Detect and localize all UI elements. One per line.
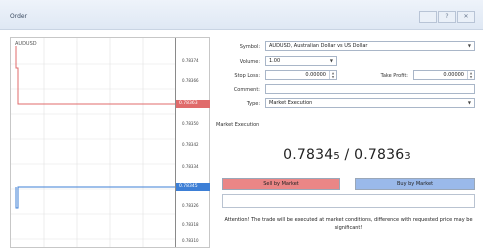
stop-loss-value: 0.00000 [305, 72, 326, 78]
price-tick: 0.78342 [182, 142, 199, 147]
comment-label: Comment: [233, 87, 260, 93]
ask-price-main: 0.7836 [354, 147, 405, 163]
comment-input[interactable] [265, 84, 475, 94]
price-separator: / [339, 147, 355, 163]
take-profit-value: 0.00000 [443, 72, 464, 78]
title-bar: Order ? ✕ [0, 0, 483, 30]
price-tick: 0.78350 [182, 121, 199, 126]
stop-loss-label: Stop Loss: [234, 73, 260, 79]
bid-price-tag: 0.78345 [176, 183, 210, 191]
restore-button[interactable] [419, 11, 437, 23]
help-button[interactable]: ? [438, 11, 456, 23]
order-type-select[interactable]: Market Execution ▼ [265, 98, 475, 108]
bid-price-main: 0.7834 [283, 147, 334, 163]
chart-symbol-label: AUDUSD [15, 41, 37, 47]
tick-chart: AUDUSD 0.78374 0.78366 0.78358 0.78363 0… [10, 37, 210, 248]
type-label: Type: [246, 101, 260, 107]
symbol-value: AUDUSD, Australian Dollar vs US Dollar [269, 43, 368, 49]
close-button[interactable]: ✕ [457, 11, 475, 23]
stepper-icon[interactable]: ▲ ▼ [467, 71, 474, 79]
attention-message: Attention! The trade will be executed at… [224, 217, 473, 231]
chevron-down-icon: ▼ [467, 100, 471, 105]
window-controls: ? ✕ [419, 11, 475, 23]
price-tick: 0.78318 [182, 222, 199, 227]
price-tick: 0.78326 [182, 203, 199, 208]
chart-grid [11, 38, 175, 247]
buy-by-market-button[interactable]: Buy by Market [355, 178, 475, 190]
volume-select[interactable]: 1.00 ▼ [265, 56, 337, 66]
ask-price-last-digit: 3 [404, 151, 411, 162]
chart-plot-area: AUDUSD [11, 38, 176, 247]
bid-line [15, 186, 175, 209]
chevron-down-icon: ▼ [329, 58, 333, 63]
window-title: Order [10, 13, 28, 20]
ask-line [15, 46, 175, 105]
stop-loss-input[interactable]: 0.00000 ▲ ▼ [265, 70, 337, 80]
volume-value: 1.00 [269, 58, 281, 64]
execution-message-box [222, 194, 475, 208]
order-type-value: Market Execution [269, 100, 313, 106]
price-tick: 0.78310 [182, 238, 199, 243]
volume-label: Volume: [239, 59, 260, 65]
price-tick: 0.78374 [182, 58, 199, 63]
stepper-icon[interactable]: ▲ ▼ [329, 71, 336, 79]
sell-by-market-button[interactable]: Sell by Market [222, 178, 340, 190]
symbol-label: Symbol: [239, 44, 260, 50]
take-profit-input[interactable]: 0.00000 ▲ ▼ [413, 70, 475, 80]
chevron-down-icon: ▼ [467, 43, 471, 48]
symbol-select[interactable]: AUDUSD, Australian Dollar vs US Dollar ▼ [265, 41, 475, 51]
price-tick: 0.78366 [182, 78, 199, 83]
price-tick: 0.78334 [182, 164, 199, 169]
bid-ask-price-display: 0.78345 / 0.78363 [216, 147, 478, 163]
ask-price-tag: 0.78363 [176, 100, 210, 108]
take-profit-label: Take Profit: [380, 73, 408, 79]
market-execution-section-label: Market Execution [216, 122, 260, 128]
